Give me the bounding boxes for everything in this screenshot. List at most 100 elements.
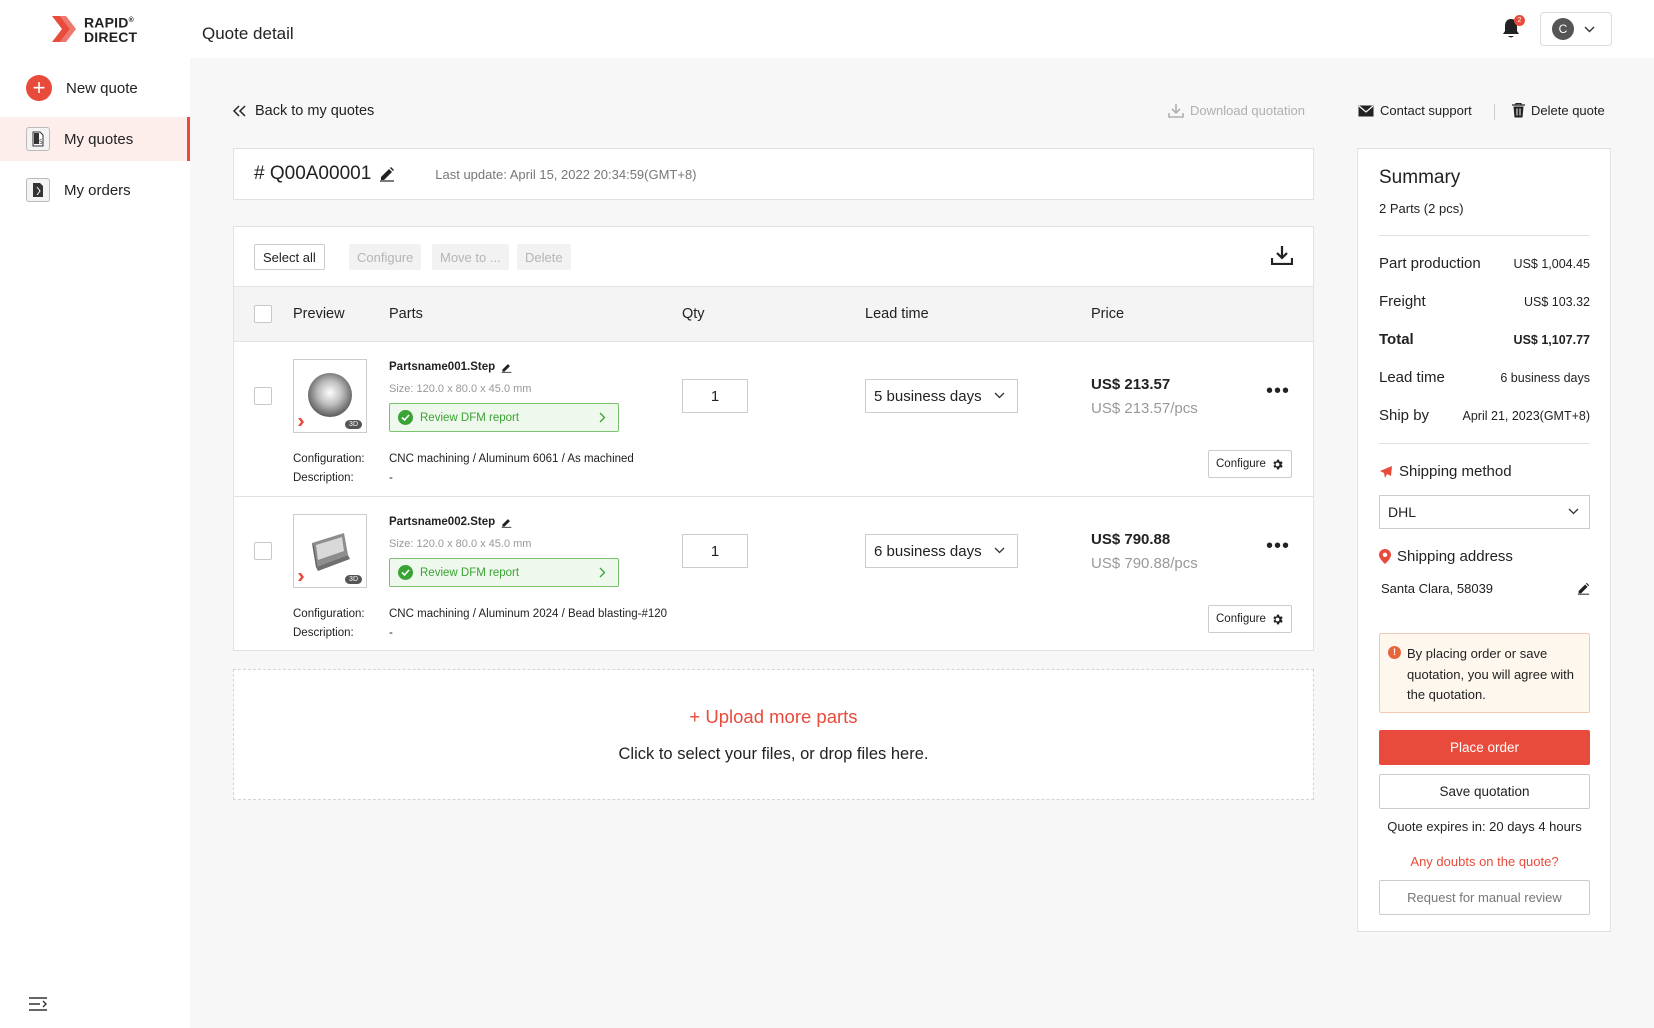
col-lead-time: Lead time bbox=[865, 306, 929, 322]
table-row: 3D Partsname001.Step Size: 120.0 x 80.0 … bbox=[234, 342, 1313, 497]
manual-review-button[interactable]: Request for manual review bbox=[1379, 880, 1590, 915]
alert-icon: ! bbox=[1388, 646, 1401, 659]
lead-time-select[interactable]: 5 business days bbox=[865, 379, 1018, 413]
pencil-icon[interactable] bbox=[1577, 582, 1590, 595]
check-circle-icon bbox=[398, 410, 413, 425]
nav-my-orders-label: My orders bbox=[64, 181, 131, 199]
dfm-label: Review DFM report bbox=[420, 566, 520, 579]
row-price: US$ 213.57 bbox=[1091, 376, 1171, 393]
configure-label: Configure bbox=[1216, 613, 1266, 625]
nav-new-quote[interactable]: + New quote bbox=[0, 66, 190, 110]
review-dfm-button[interactable]: Review DFM report bbox=[389, 558, 619, 587]
trash-icon bbox=[1512, 103, 1525, 118]
page-title: Quote detail bbox=[202, 24, 294, 43]
quote-header-card: # Q00A00001 Last update: April 15, 2022 … bbox=[233, 148, 1314, 200]
configure-bulk-button[interactable]: Configure bbox=[349, 244, 422, 270]
configure-label: Configure bbox=[1216, 458, 1266, 470]
nav-my-orders[interactable]: My orders bbox=[0, 168, 190, 212]
summary-parts-count: 2 Parts (2 pcs) bbox=[1379, 201, 1464, 216]
summary-divider bbox=[1379, 443, 1590, 444]
user-menu[interactable]: C bbox=[1540, 12, 1612, 46]
part-preview[interactable]: 3D bbox=[293, 514, 367, 588]
shipping-address-label: Shipping address bbox=[1397, 548, 1513, 565]
part-preview[interactable]: 3D bbox=[293, 359, 367, 433]
nav-my-quotes[interactable]: 5 My quotes bbox=[0, 117, 190, 161]
chevron-down-icon bbox=[994, 547, 1005, 554]
download-label: Download quotation bbox=[1190, 103, 1305, 118]
lead-time-select[interactable]: 6 business days bbox=[865, 534, 1018, 568]
select-all-checkbox[interactable] bbox=[254, 305, 272, 323]
quote-document-icon: 5 bbox=[26, 127, 50, 151]
pencil-icon[interactable] bbox=[379, 166, 395, 182]
summary-value: US$ 103.32 bbox=[1523, 295, 1590, 309]
pencil-icon[interactable] bbox=[501, 362, 512, 373]
top-header: Quote detail 2 C bbox=[190, 0, 1654, 58]
download-parts-icon[interactable] bbox=[1271, 245, 1293, 265]
check-circle-icon bbox=[398, 565, 413, 580]
row-checkbox[interactable] bbox=[254, 542, 272, 560]
order-document-icon bbox=[26, 178, 50, 202]
summary-row-ship-by: Ship by April 21, 2023(GMT+8) bbox=[1379, 407, 1590, 424]
qty-input[interactable]: 1 bbox=[682, 534, 748, 568]
col-qty: Qty bbox=[682, 306, 705, 322]
download-quotation-link[interactable]: Download quotation bbox=[1168, 103, 1305, 118]
shipping-method-title: Shipping method bbox=[1379, 463, 1512, 480]
contact-label: Contact support bbox=[1380, 103, 1472, 118]
configuration-label: Configuration: bbox=[293, 608, 365, 620]
chevron-down-icon bbox=[994, 392, 1005, 399]
back-label: Back to my quotes bbox=[255, 103, 375, 119]
nav-my-quotes-label: My quotes bbox=[64, 130, 134, 148]
double-chevron-left-icon bbox=[233, 105, 246, 117]
qty-input[interactable]: 1 bbox=[682, 379, 748, 413]
delete-bulk-button[interactable]: Delete bbox=[517, 244, 571, 270]
configure-button[interactable]: Configure bbox=[1208, 450, 1292, 478]
delete-quote-link[interactable]: Delete quote bbox=[1512, 103, 1605, 118]
upload-dropzone[interactable]: + Upload more parts Click to select your… bbox=[233, 669, 1314, 800]
summary-row-lead-time: Lead time 6 business days bbox=[1379, 369, 1590, 386]
move-to-button[interactable]: Move to ... bbox=[432, 244, 509, 270]
summary-label: Ship by bbox=[1379, 407, 1430, 424]
chevron-right-icon bbox=[599, 567, 606, 578]
col-preview: Preview bbox=[293, 306, 345, 322]
delete-label: Delete quote bbox=[1531, 103, 1605, 118]
shipping-address-value: Santa Clara, 58039 bbox=[1381, 581, 1494, 596]
action-divider bbox=[1494, 104, 1495, 120]
sidebar: RAPID® DIRECT + New quote 5 My quotes My… bbox=[0, 0, 190, 1028]
select-all-button[interactable]: Select all bbox=[254, 244, 325, 270]
review-dfm-button[interactable]: Review DFM report bbox=[389, 403, 619, 432]
pencil-icon[interactable] bbox=[501, 517, 512, 528]
back-to-quotes-link[interactable]: Back to my quotes bbox=[233, 103, 374, 119]
part-name: Partsname001.Step bbox=[389, 361, 496, 373]
save-quotation-button[interactable]: Save quotation bbox=[1379, 774, 1590, 809]
nav-new-quote-label: New quote bbox=[66, 79, 138, 97]
more-options-icon[interactable]: ••• bbox=[1266, 536, 1290, 556]
place-order-button[interactable]: Place order bbox=[1379, 730, 1590, 765]
rapid-direct-logo-icon bbox=[52, 16, 76, 42]
upload-more-parts[interactable]: + Upload more parts bbox=[234, 706, 1313, 728]
summary-row-part-production: Part production US$ 1,004.45 bbox=[1379, 255, 1590, 272]
quote-number: # Q00A00001 bbox=[254, 163, 372, 184]
more-options-icon[interactable]: ••• bbox=[1266, 381, 1290, 401]
summary-divider bbox=[1379, 235, 1590, 236]
plus-icon: + bbox=[26, 75, 52, 101]
location-pin-icon bbox=[1379, 549, 1391, 564]
configuration-value: CNC machining / Aluminum 6061 / As machi… bbox=[389, 453, 634, 465]
summary-title: Summary bbox=[1379, 167, 1461, 188]
brand-logo[interactable]: RAPID® DIRECT bbox=[50, 14, 137, 44]
configuration-label: Configuration: bbox=[293, 453, 365, 465]
collapse-menu-icon[interactable] bbox=[28, 996, 48, 1017]
agreement-notice: ! By placing order or save quotation, yo… bbox=[1379, 633, 1590, 713]
contact-support-link[interactable]: Contact support bbox=[1358, 103, 1472, 118]
col-parts: Parts bbox=[389, 306, 423, 322]
doubts-link[interactable]: Any doubts on the quote? bbox=[1379, 854, 1590, 869]
shipping-method-select[interactable]: DHL bbox=[1379, 495, 1590, 529]
mail-icon bbox=[1358, 105, 1374, 116]
gear-icon bbox=[1273, 614, 1283, 624]
summary-label: Part production bbox=[1379, 255, 1481, 272]
chevron-right-icon bbox=[599, 412, 606, 423]
configure-button[interactable]: Configure bbox=[1208, 605, 1292, 633]
thumb-3d-badge: 3D bbox=[345, 575, 362, 584]
row-checkbox[interactable] bbox=[254, 387, 272, 405]
chevron-down-icon bbox=[1584, 26, 1595, 32]
brand-mark: ® bbox=[128, 17, 134, 25]
